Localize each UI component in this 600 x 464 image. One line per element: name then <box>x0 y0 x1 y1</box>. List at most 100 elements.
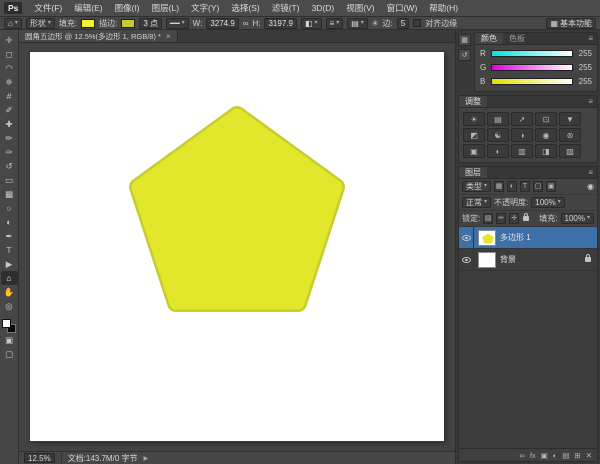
filter-pixel-layers-icon[interactable]: ▦ <box>494 181 504 192</box>
layer-filter-toggle-icon[interactable]: ◉ <box>587 182 594 191</box>
clone-stamp-tool[interactable]: ✑ <box>1 145 18 159</box>
new-layer-icon[interactable]: ⊞ <box>574 451 580 460</box>
layer-row-polygon[interactable]: 多边形 1 <box>459 227 597 249</box>
adjustment-vibrance-icon[interactable]: ▼ <box>559 112 581 126</box>
type-tool[interactable]: T <box>1 243 18 257</box>
panel-menu-icon[interactable]: ≡ <box>584 96 597 107</box>
adjustment-curves-icon[interactable]: ➚ <box>511 112 533 126</box>
panel-menu-icon[interactable]: ≡ <box>584 33 597 44</box>
close-icon[interactable]: × <box>166 32 171 41</box>
healing-brush-tool[interactable]: ✚ <box>1 117 18 131</box>
path-selection-tool[interactable]: ▶ <box>1 257 18 271</box>
polygon-settings-gear-icon[interactable]: ✳ <box>372 19 379 28</box>
menu-view[interactable]: 视图(V) <box>340 0 380 17</box>
document-tab[interactable]: 圆角五边形 @ 12.5%(多边形 1, RGB/8) * × <box>19 30 178 42</box>
menu-type[interactable]: 文字(Y) <box>185 0 225 17</box>
lock-image-pixels-icon[interactable]: ✏ <box>496 213 506 224</box>
stroke-style-select[interactable]: ━━ ▾ <box>166 18 189 29</box>
red-slider[interactable] <box>491 50 573 57</box>
menu-select[interactable]: 选择(S) <box>225 0 265 17</box>
adjustment-gradient-map-icon[interactable]: ▧ <box>559 144 581 158</box>
stroke-width-field[interactable]: 3 点 <box>139 18 162 29</box>
pen-tool[interactable]: ✒ <box>1 229 18 243</box>
lock-transparent-pixels-icon[interactable]: ▨ <box>483 213 493 224</box>
shape-tool[interactable]: ⌂ <box>1 271 18 285</box>
menu-help[interactable]: 帮助(H) <box>423 0 464 17</box>
layer-name[interactable]: 背景 <box>500 254 585 265</box>
blend-mode-select[interactable]: 正常 ▾ <box>462 197 491 208</box>
status-flyout-icon[interactable]: ▶ <box>144 455 149 462</box>
link-dimensions-icon[interactable]: ∞ <box>243 19 249 28</box>
crop-tool[interactable]: # <box>1 89 18 103</box>
canvas[interactable] <box>30 52 444 441</box>
tab-adjustments[interactable]: 调整 <box>459 96 487 107</box>
layer-filter-type-select[interactable]: 类型 ▾ <box>462 181 491 192</box>
adjustment-exposure-icon[interactable]: ⊡ <box>535 112 557 126</box>
filter-adjustment-layers-icon[interactable]: ◐ <box>507 181 517 192</box>
new-adjustment-layer-icon[interactable]: ◐ <box>553 451 558 460</box>
zoom-level-field[interactable]: 12.5% <box>24 453 55 463</box>
sides-field[interactable]: 5 <box>397 18 409 29</box>
path-alignment-button[interactable]: ≡ ▾ <box>326 18 344 29</box>
menu-window[interactable]: 窗口(W) <box>381 0 424 17</box>
adjustment-color-balance-icon[interactable]: ☯ <box>487 128 509 142</box>
tool-mode-select[interactable]: 形状 ▾ <box>26 18 55 29</box>
marquee-tool[interactable]: ◻ <box>1 47 18 61</box>
blue-slider[interactable] <box>491 78 573 85</box>
layer-effects-icon[interactable]: fx <box>530 451 536 460</box>
add-layer-mask-icon[interactable]: ▣ <box>541 451 548 460</box>
hand-tool[interactable]: ✋ <box>1 285 18 299</box>
width-field[interactable]: 3274.9 <box>206 18 238 29</box>
menu-image[interactable]: 图像(I) <box>109 0 146 17</box>
layer-row-background[interactable]: 背景 <box>459 249 597 271</box>
adjustment-levels-icon[interactable]: ▤ <box>487 112 509 126</box>
adjustment-brightness-contrast-icon[interactable]: ☀ <box>463 112 485 126</box>
adjustment-color-lookup-icon[interactable]: ▣ <box>463 144 485 158</box>
fill-color-swatch[interactable] <box>81 19 95 28</box>
path-operations-button[interactable]: ◧ ▾ <box>301 18 322 29</box>
align-edges-checkbox[interactable] <box>413 19 421 27</box>
path-arrangement-button[interactable]: ▤ ▾ <box>347 18 368 29</box>
tab-swatches[interactable]: 色板 <box>503 33 531 44</box>
red-value[interactable]: 255 <box>577 49 592 58</box>
opacity-select[interactable]: 100% ▾ <box>531 197 564 208</box>
quick-selection-tool[interactable]: ❈ <box>1 75 18 89</box>
link-layers-icon[interactable]: ∞ <box>519 451 524 460</box>
menu-edit[interactable]: 编辑(E) <box>68 0 108 17</box>
move-tool[interactable]: ✛ <box>1 33 18 47</box>
green-slider[interactable] <box>491 64 573 71</box>
brush-tool[interactable]: ✏ <box>1 131 18 145</box>
foreground-color-chip[interactable] <box>2 319 11 328</box>
layer-thumbnail[interactable] <box>478 230 496 246</box>
tab-layers[interactable]: 图层 <box>459 167 487 178</box>
eyedropper-tool[interactable]: ✐ <box>1 103 18 117</box>
history-brush-tool[interactable]: ↺ <box>1 159 18 173</box>
screen-mode-button[interactable]: ▢ <box>1 347 18 361</box>
eraser-tool[interactable]: ▭ <box>1 173 18 187</box>
blur-tool[interactable]: ○ <box>1 201 18 215</box>
filter-type-layers-icon[interactable]: T <box>520 181 530 192</box>
workspace-switcher[interactable]: ▦ 基本功能 <box>546 18 596 29</box>
tool-preset-picker[interactable]: ⌂ ▾ <box>4 18 22 29</box>
gradient-tool[interactable]: ▩ <box>1 187 18 201</box>
zoom-tool[interactable]: ◎ <box>1 299 18 313</box>
adjustment-black-white-icon[interactable]: ◑ <box>511 128 533 142</box>
height-field[interactable]: 3197.9 <box>264 18 296 29</box>
lock-position-icon[interactable]: ✛ <box>509 213 519 224</box>
new-group-icon[interactable]: ▤ <box>562 451 569 460</box>
green-value[interactable]: 255 <box>577 63 592 72</box>
adjustment-hue-saturation-icon[interactable]: ◩ <box>463 128 485 142</box>
adjustment-posterize-icon[interactable]: ▥ <box>511 144 533 158</box>
blue-value[interactable]: 255 <box>577 77 592 86</box>
layer-name[interactable]: 多边形 1 <box>500 232 597 243</box>
collapsed-panel-2-icon[interactable]: ↺ <box>458 49 471 61</box>
panel-menu-icon[interactable]: ≡ <box>584 167 597 178</box>
quick-mask-button[interactable]: ▣ <box>1 333 18 347</box>
menu-3d[interactable]: 3D(D) <box>306 0 341 17</box>
lasso-tool[interactable]: ◠ <box>1 61 18 75</box>
adjustment-channel-mixer-icon[interactable]: ⊛ <box>559 128 581 142</box>
tab-color[interactable]: 颜色 <box>475 33 503 44</box>
visibility-cell[interactable] <box>459 249 474 270</box>
collapsed-panel-1-icon[interactable]: ▦ <box>458 34 471 46</box>
menu-file[interactable]: 文件(F) <box>28 0 68 17</box>
